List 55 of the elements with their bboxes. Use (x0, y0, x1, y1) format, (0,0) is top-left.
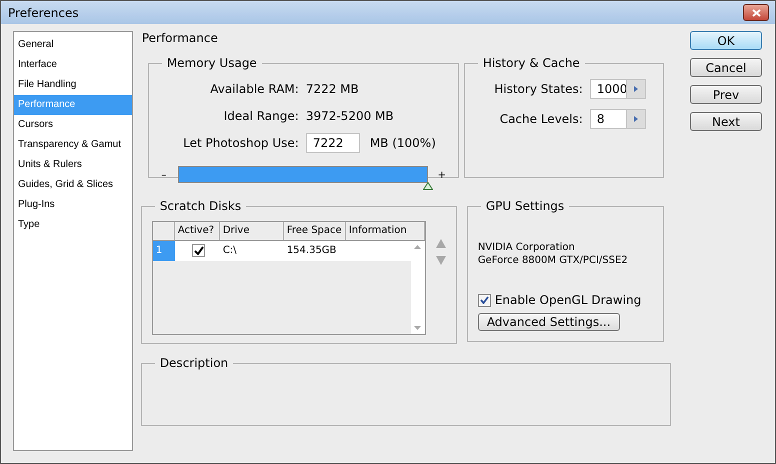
column-header[interactable]: Free Space (284, 222, 346, 240)
field-label: Cache Levels: (498, 112, 584, 126)
table-cell-text: C:\ (222, 244, 238, 258)
category-item[interactable]: Units & Rulers (14, 155, 132, 175)
opengl-checkbox[interactable] (478, 294, 491, 306)
group-title: Description (158, 356, 230, 370)
category-item[interactable]: File Handling (14, 75, 132, 95)
category-item[interactable]: Cursors (14, 115, 132, 135)
group-title: GPU Settings (484, 199, 566, 213)
field-label: Ideal Range: (222, 109, 300, 123)
category-item[interactable]: Transparency & Gamut (14, 135, 132, 155)
dialog-button[interactable]: Prev (690, 85, 762, 104)
page-title: Performance (142, 31, 219, 47)
group-title: Memory Usage (166, 56, 258, 70)
field-label: History States: (493, 82, 584, 96)
history-states-input[interactable]: 1000 (590, 79, 626, 99)
scroll-down-icon[interactable] (414, 326, 422, 330)
spin-button[interactable] (626, 79, 646, 99)
dialog-button[interactable]: OK (690, 31, 762, 50)
field-value: 7222 MB (306, 82, 359, 96)
spin-button[interactable] (626, 109, 646, 129)
arrow-right-icon (634, 116, 638, 122)
column-header[interactable]: Information (346, 222, 425, 240)
plus-label: + (436, 170, 447, 181)
memory-input[interactable]: 7222 (306, 133, 360, 153)
column-header[interactable]: Drive (220, 222, 284, 240)
close-icon (752, 8, 760, 16)
slider-thumb[interactable] (422, 182, 433, 190)
field-label: Available RAM: (209, 82, 300, 96)
window-title: Preferences (8, 6, 79, 20)
field-value: 3972-5200 MB (306, 109, 394, 123)
field-label: Let Photoshop Use: (182, 136, 300, 150)
dialog-button[interactable]: Cancel (690, 58, 762, 77)
arrow-right-icon (634, 86, 638, 92)
category-item[interactable]: Guides, Grid & Slices (14, 175, 132, 195)
column-header[interactable]: Active? (174, 222, 220, 240)
group-title: Scratch Disks (158, 199, 242, 213)
close-button[interactable] (743, 4, 769, 21)
category-item[interactable]: General (14, 35, 132, 55)
dialog-button[interactable]: Next (690, 112, 762, 131)
cache-levels-input[interactable]: 8 (590, 109, 626, 129)
group-title: History & Cache (482, 56, 581, 70)
table-cell-text: 154.35GB (286, 244, 338, 258)
category-item[interactable]: Interface (14, 55, 132, 75)
checkbox-label: Enable OpenGL Drawing (494, 293, 642, 307)
minus-label: – (160, 170, 168, 181)
category-item[interactable]: Plug-Ins (14, 195, 132, 215)
advanced-settings-button[interactable]: Advanced Settings... (478, 313, 620, 331)
category-item[interactable]: Type (14, 215, 132, 235)
gpu-renderer: GeForce 8800M GTX/PCI/SSE2 (478, 254, 629, 267)
move-up-icon[interactable] (436, 239, 446, 248)
gpu-vendor: NVIDIA Corporation (478, 241, 576, 254)
move-down-icon[interactable] (436, 256, 446, 265)
scroll-up-icon[interactable] (414, 245, 422, 249)
unit-label: MB (100%) (370, 136, 436, 150)
